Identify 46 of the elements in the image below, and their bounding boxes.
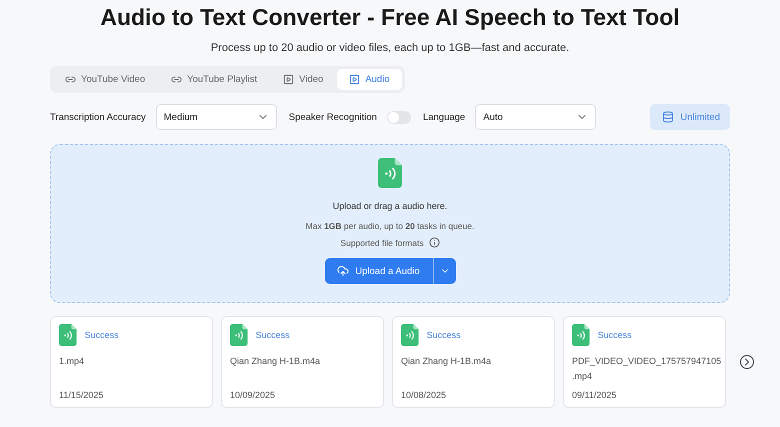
upload-limits: Max 1GB per audio, up to 20 tasks in queue.: [306, 221, 474, 231]
task-card[interactable]: Success PDF_VIDEO_VIDEO_175757947105 .mp4 09/11/2025: [563, 316, 726, 408]
accuracy-select[interactable]: Medium: [156, 104, 277, 130]
upload-button[interactable]: Upload a Audio: [324, 258, 432, 284]
link-icon: [65, 74, 76, 85]
source-tab[interactable]: YouTube Video: [53, 69, 158, 90]
accuracy-label: Transcription Accuracy: [50, 112, 146, 122]
speaker-toggle[interactable]: [386, 110, 411, 124]
language-select[interactable]: Auto: [475, 104, 596, 130]
audio-file-icon: [59, 324, 77, 346]
status-label: Success: [598, 330, 632, 340]
audio-file-icon: [572, 324, 590, 346]
task-card[interactable]: Success Qian Zhang H-1B.m4a 10/09/2025: [221, 316, 384, 408]
task-card[interactable]: Success 1.mp4 11/15/2025: [50, 316, 213, 408]
source-tab[interactable]: Audio: [337, 69, 402, 90]
upload-heading: Upload or drag a audio here.: [332, 201, 448, 211]
file-name: 1.mp4: [59, 355, 86, 368]
page-title: Audio to Text Converter - Free AI Speech to Text Tool: [100, 3, 680, 31]
file-name: Qian Zhang H-1B.m4a: [401, 355, 492, 368]
task-card[interactable]: Success Qian Zhang H-1B.m4a 10/08/2025: [392, 316, 555, 408]
audio-file-icon: [230, 324, 248, 346]
task-date: 10/08/2025: [401, 390, 448, 400]
next-icon: [740, 355, 754, 369]
status-label: Success: [256, 330, 290, 340]
upload-dropzone[interactable]: Upload or drag a audio here. Max 1GB per audio, up to 20 tasks in queue. Supported file formats Upload a Audio: [50, 144, 730, 303]
task-date: 10/09/2025: [230, 390, 276, 400]
task-date: 11/15/2025: [59, 390, 104, 400]
source-tab[interactable]: YouTube Playlist: [159, 69, 270, 90]
video-icon: [283, 74, 294, 85]
source-tab[interactable]: Video: [271, 69, 336, 90]
file-name: Qian Zhang H-1B.m4a: [230, 355, 322, 368]
audio-file-icon: [401, 324, 419, 346]
next-button[interactable]: [740, 355, 754, 369]
speaker-label: Speaker Recognition: [288, 112, 377, 122]
audio-file-icon: [378, 158, 402, 188]
info-icon[interactable]: [428, 237, 440, 248]
cloud-upload-icon: [337, 265, 350, 277]
status-label: Success: [84, 330, 119, 340]
page-subtitle: Process up to 20 audio or video files, each up to 1GB—fast and accurate.: [210, 42, 570, 54]
link-icon: [171, 74, 182, 85]
formats-label: Supported file formats: [340, 238, 424, 248]
task-date: 09/11/2025: [572, 390, 618, 400]
database-icon: [662, 111, 674, 123]
status-label: Success: [426, 330, 461, 340]
upload-options-button[interactable]: [432, 258, 456, 284]
language-label: Language: [422, 112, 466, 122]
